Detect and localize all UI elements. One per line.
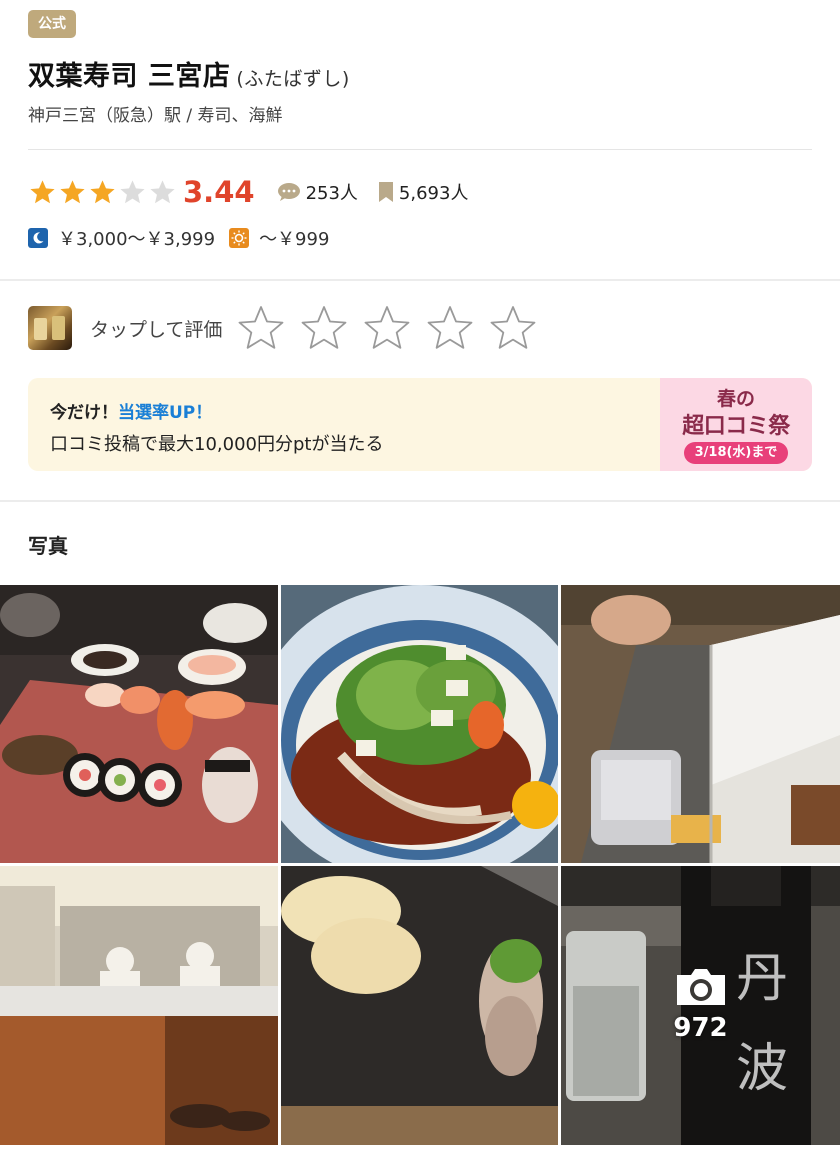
photo-sushi-platter[interactable] — [0, 585, 278, 863]
star-filled-icon — [30, 179, 55, 203]
bookmark-icon — [378, 182, 393, 202]
svg-text:丹: 丹 — [736, 949, 788, 1009]
rating-score: 3.44 — [183, 175, 255, 209]
promo-title-1: 春の — [716, 388, 755, 410]
bookmark-count[interactable]: 5,693人 — [378, 179, 469, 205]
review-count-value: 253人 — [305, 183, 358, 204]
sun-icon — [229, 228, 250, 248]
review-prompt[interactable]: タップして評価 — [28, 300, 812, 356]
banner-text: 口コミ投稿で最大10,000円分ptが当たる — [50, 434, 384, 455]
rate-star-1-icon[interactable] — [236, 303, 286, 353]
photo-seared-fish-salad[interactable] — [281, 585, 558, 863]
bookmark-count-value: 5,693人 — [398, 183, 469, 204]
price-row[interactable]: ￥3,000～￥3,999 ～￥999 — [28, 224, 343, 252]
rate-star-5-icon[interactable] — [488, 303, 538, 353]
moon-icon — [28, 228, 48, 248]
banner-prefix: 今だけ！ — [50, 403, 118, 423]
promo-title-2: 超口コミ祭 — [682, 414, 790, 439]
star-filled-icon — [60, 179, 85, 203]
restaurant-name: 双葉寿司 三宮店 — [28, 61, 231, 92]
rate-star-3-icon[interactable] — [362, 303, 412, 353]
star-filled-icon — [90, 179, 115, 203]
rating-row[interactable]: 3.44 253人 5,693人 — [28, 172, 488, 212]
promo-date: 3/18(水)まで — [684, 442, 788, 464]
lunch-price: ～￥999 — [259, 229, 330, 250]
spring-festival-promo: 春の 超口コミ祭 3/18(水)まで — [660, 378, 812, 471]
photo-sushi-counter[interactable] — [561, 585, 840, 863]
station-genre[interactable]: 神戸三宮（阪急）駅 / 寿司、海鮮 — [28, 101, 283, 126]
campaign-banner[interactable]: 今だけ！当選率UP！ 口コミ投稿で最大10,000円分ptが当たる 春の 超口コ… — [28, 378, 812, 471]
avatar — [28, 306, 72, 350]
speech-bubble-icon — [277, 183, 300, 201]
divider — [28, 149, 812, 150]
rating-stars — [28, 178, 178, 207]
rate-star-2-icon[interactable] — [299, 303, 349, 353]
rate-star-4-icon[interactable] — [425, 303, 475, 353]
banner-headline: 今だけ！当選率UP！ — [50, 398, 212, 423]
restaurant-header: 公式 双葉寿司 三宮店 (ふたばずし) 神戸三宮（阪急）駅 / 寿司、海鮮 3.4… — [0, 0, 840, 280]
tap-to-rate-label: タップして評価 — [90, 318, 223, 341]
photo-restaurant-interior[interactable] — [0, 866, 278, 1145]
photos-heading: 写真 — [28, 534, 68, 558]
restaurant-title: 双葉寿司 三宮店 (ふたばずし) — [28, 54, 350, 93]
svg-text:波: 波 — [736, 1039, 788, 1099]
star-empty-icon — [150, 179, 175, 203]
section-divider — [0, 500, 840, 502]
dinner-price: ￥3,000～￥3,999 — [58, 229, 216, 250]
restaurant-reading: (ふたばずし) — [236, 68, 350, 90]
photo-nigiri-closeup[interactable] — [281, 866, 558, 1145]
photo-sake-bottle[interactable]: 丹 波 — [561, 866, 840, 1145]
review-count[interactable]: 253人 — [277, 179, 358, 205]
star-empty-icon — [120, 179, 145, 203]
official-badge: 公式 — [28, 10, 76, 38]
banner-highlight: 当選率UP！ — [118, 403, 213, 423]
section-divider — [0, 279, 840, 281]
